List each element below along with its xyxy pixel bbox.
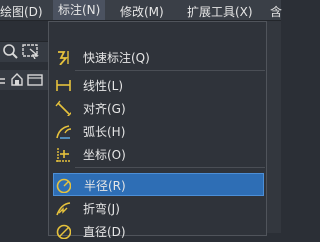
properties-icon[interactable] [27,72,45,88]
menu-item-label: 对齐(G) [83,102,126,116]
menu-item-label: 折弯(J) [83,202,120,216]
menu-item-label: 线性(L) [83,79,124,93]
menu-separator [75,70,265,71]
zoom-icon[interactable] [2,43,18,59]
quick-dimension-icon [58,51,69,65]
select-window-icon[interactable] [22,43,40,59]
diameter-dimension-icon [56,224,71,239]
menu-item-label: 弧长(H) [83,125,126,139]
menu-modify[interactable]: 修改(M) [120,3,164,20]
menu-item-ordinate[interactable]: 坐标(O) [53,142,264,165]
menu-item-diameter[interactable]: 直径(D) [53,219,264,242]
menu-dimension[interactable]: 标注(N) [53,0,106,20]
menu-item-label: 半径(R) [84,179,126,193]
menu-more[interactable]: 含 [270,3,282,20]
arc-length-icon [56,125,71,139]
menu-separator [75,167,265,168]
drawing-area [0,90,48,233]
layer-icon[interactable] [0,72,10,88]
menu-item-label: 快速标注(Q) [83,51,150,65]
menubar: 绘图(D) 标注(N) 修改(M) 扩展工具(X) 含 [0,0,282,21]
menu-item-quick-dimension[interactable]: 快速标注(Q) [53,45,264,68]
jogged-dimension-icon [56,202,71,216]
menu-item-aligned[interactable]: 对齐(G) [53,96,264,119]
radius-dimension-icon [56,178,71,193]
menu-extension-tools[interactable]: 扩展工具(X) [187,3,253,20]
dimension-menu: 快速标注(Q) 线性(L) 对齐(G) 弧长(H) 坐标(O) 半径(R) 折弯… [48,21,267,239]
menu-item-label: 坐标(O) [83,148,126,162]
menu-draw[interactable]: 绘图(D) [0,3,43,20]
menu-item-radius[interactable]: 半径(R) [53,173,264,196]
home-icon[interactable] [10,72,24,88]
menu-item-jogged[interactable]: 折弯(J) [53,196,264,219]
aligned-dimension-icon [55,100,71,116]
menu-item-linear[interactable]: 线性(L) [53,73,264,96]
menu-item-label: 直径(D) [83,225,126,239]
ordinate-dimension-icon [56,148,71,162]
linear-dimension-icon [56,80,71,91]
right-panel-edge [267,21,281,233]
menu-item-arc-length[interactable]: 弧长(H) [53,119,264,142]
